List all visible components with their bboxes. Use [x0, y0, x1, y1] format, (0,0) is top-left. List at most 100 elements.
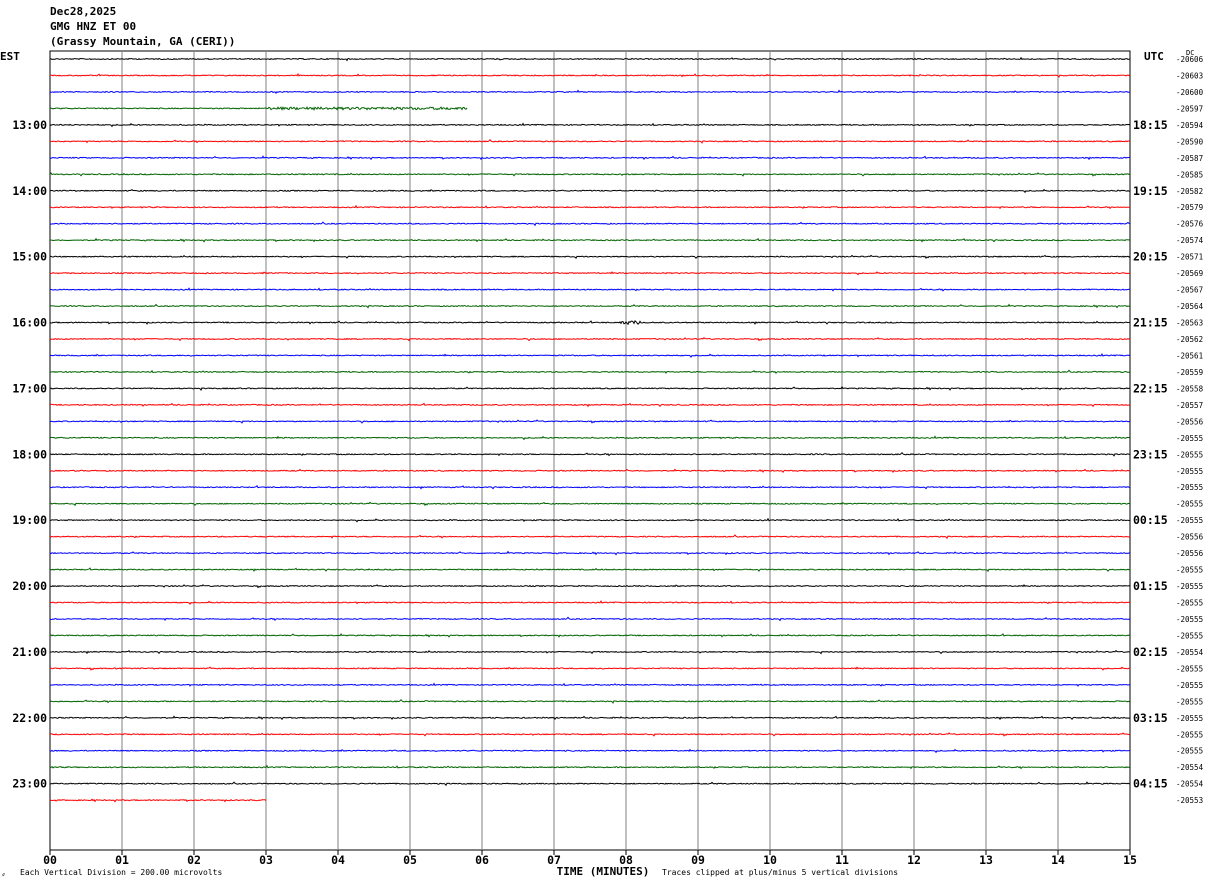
- trace-row: [49, 319, 1131, 326]
- dc-offset-label: -20553: [1176, 796, 1203, 805]
- dc-offset-label: -20600: [1176, 88, 1204, 97]
- trace-row: [49, 369, 1131, 374]
- x-tick-label: 02: [187, 853, 201, 867]
- dc-offset-label: -20554: [1176, 780, 1204, 789]
- dc-offset-label: -20555: [1176, 714, 1203, 723]
- right-hour-label: 20:15: [1133, 250, 1168, 264]
- trace-row: [49, 501, 1131, 507]
- dc-offset-label: -20556: [1176, 533, 1204, 542]
- dc-offset-label: -20555: [1176, 664, 1203, 673]
- left-hour-label: 19:00: [12, 513, 47, 527]
- x-tick-label: 12: [907, 853, 921, 867]
- trace-row: [49, 698, 1131, 704]
- trace-row: [49, 353, 1131, 358]
- x-tick-label: 13: [979, 853, 993, 867]
- x-tick-label: 14: [1051, 853, 1065, 867]
- trace-row: [49, 254, 1131, 260]
- trace-row: [49, 204, 1131, 210]
- dc-offset-label: -20561: [1176, 351, 1203, 360]
- right-hour-label: 01:15: [1133, 579, 1168, 593]
- x-tick-label: 06: [475, 853, 489, 867]
- x-tick-label: 10: [763, 853, 777, 867]
- dc-offset-label: -20555: [1176, 500, 1203, 509]
- clip-note: Traces clipped at plus/minus 5 vertical …: [662, 868, 899, 877]
- dc-offset-label: -20585: [1176, 170, 1203, 179]
- trace-row: [49, 666, 1131, 671]
- trace-row: [49, 484, 1131, 490]
- dc-offset-label: -20603: [1176, 71, 1203, 80]
- plot-frame: [49, 50, 1131, 851]
- dc-offset-label: -20571: [1176, 253, 1203, 262]
- left-hour-label: 23:00: [12, 777, 47, 791]
- trace-row: [49, 122, 1131, 128]
- trace-row: [49, 550, 1131, 556]
- dc-offset-label: -20555: [1176, 516, 1203, 525]
- dc-offset-label: -20579: [1176, 203, 1203, 212]
- trace-row: [49, 155, 1130, 161]
- x-tick-label: 15: [1123, 853, 1137, 867]
- trace-row: [49, 419, 1131, 424]
- scale-note: Each Vertical Division = 200.00 microvol…: [20, 868, 223, 877]
- dc-offset-label: -20554: [1176, 763, 1204, 772]
- dc-offset-label: -20555: [1176, 747, 1203, 756]
- dc-offset-label: -20576: [1176, 220, 1204, 229]
- x-tick-label: 11: [835, 853, 849, 867]
- trace-row: [49, 748, 1130, 754]
- dc-offset-label: -20555: [1176, 681, 1203, 690]
- left-hour-label: 13:00: [12, 118, 47, 132]
- left-hour-label: 14:00: [12, 184, 47, 198]
- trace-row: [49, 237, 1131, 243]
- dc-offset-label: -20564: [1176, 302, 1204, 311]
- trace-row: [49, 732, 1131, 737]
- helicorder-plot: -20606 -20603 -20600 -20597 -20594 -20590 -205…: [12, 50, 1204, 878]
- trace-row: [49, 435, 1131, 441]
- trace-row: [49, 764, 1131, 770]
- right-hour-label: 03:15: [1133, 711, 1168, 725]
- right-hour-label: 04:15: [1133, 777, 1168, 791]
- dc-offset-label: -20555: [1176, 631, 1203, 640]
- dc-offset-label: -20556: [1176, 549, 1204, 558]
- dc-offset-label: -20556: [1176, 417, 1204, 426]
- trace-row: [49, 385, 1131, 391]
- trace-row: [49, 172, 1131, 177]
- dc-offset-label: -20555: [1176, 566, 1203, 575]
- dc-offset-label: -20554: [1176, 648, 1204, 657]
- x-tick-label: 09: [691, 853, 705, 867]
- x-tick-label: 05: [403, 853, 417, 867]
- left-hour-label: 16:00: [12, 316, 47, 330]
- left-hour-label: 22:00: [12, 711, 47, 725]
- dc-offset-label: -20582: [1176, 187, 1203, 196]
- trace-row: [49, 106, 468, 111]
- x-tick-label: 03: [259, 853, 273, 867]
- trace-row: [49, 649, 1131, 655]
- x-tick-label: 00: [43, 853, 57, 867]
- dc-offset-label: -20555: [1176, 599, 1203, 608]
- trace-row: [49, 56, 1131, 62]
- trace-row: [49, 682, 1131, 687]
- dc-offset-label: -20557: [1176, 401, 1203, 410]
- dc-offset-label: -20555: [1176, 730, 1203, 739]
- trace-row: [49, 468, 1131, 474]
- trace-row: [49, 221, 1131, 227]
- trace-row: [50, 715, 1131, 721]
- dc-offset-label: -20562: [1176, 335, 1203, 344]
- trace-row: [49, 402, 1131, 408]
- dc-offset-label: -20559: [1176, 368, 1203, 377]
- right-hour-label: 18:15: [1133, 118, 1168, 132]
- trace-row: [49, 72, 1131, 78]
- trace-row: [49, 451, 1131, 457]
- dc-offset-label: -20555: [1176, 450, 1203, 459]
- dc-offset-label: -20569: [1176, 269, 1203, 278]
- x-axis-label: TIME (MINUTES): [557, 865, 650, 878]
- dc-offset-label: -20594: [1176, 121, 1204, 130]
- trace-row: [49, 600, 1131, 605]
- right-hour-label: 21:15: [1133, 316, 1168, 330]
- right-hour-label: 23:15: [1133, 447, 1168, 461]
- trace-row: [49, 781, 1131, 787]
- dc-offset-label: -20597: [1176, 104, 1203, 113]
- right-hour-label: 02:15: [1133, 645, 1168, 659]
- trace-row: [49, 336, 1131, 342]
- dc-offset-label: -20555: [1176, 615, 1203, 624]
- trace-row: [49, 188, 1131, 194]
- dc-offset-label: -20590: [1176, 137, 1204, 146]
